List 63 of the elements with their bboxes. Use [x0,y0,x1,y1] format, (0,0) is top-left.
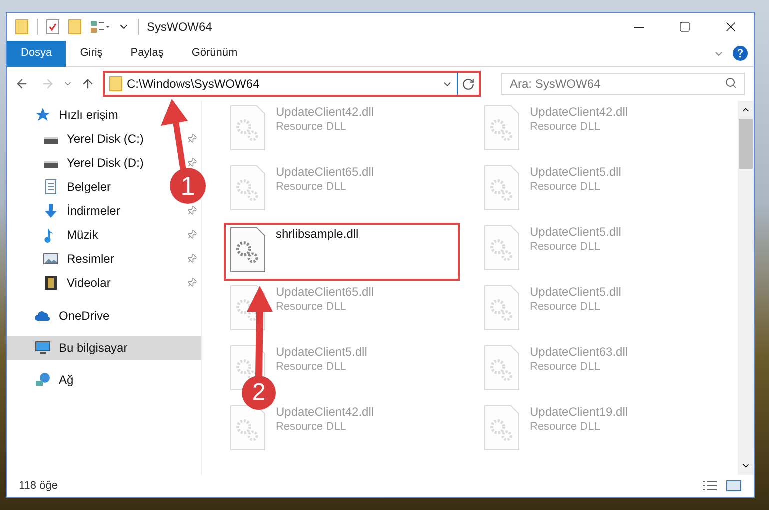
maximize-icon [679,21,691,33]
file-type: Resource DLL [276,180,348,195]
dll-file-icon [230,105,266,151]
dll-file-icon [484,405,520,451]
dll-file-icon [484,225,520,271]
file-type: Resource DLL [530,120,602,135]
dll-file-icon [484,165,520,211]
sidebar-item[interactable]: Belgeler [7,175,120,199]
folder-icon [15,19,29,35]
dll-file-icon [484,105,520,151]
ribbon-tab[interactable]: Paylaş [116,40,178,66]
document-icon [43,179,59,195]
sidebar-item[interactable]: OneDrive [7,304,118,328]
window-title: SysWOW64 [147,19,212,36]
dll-file-icon [230,165,266,211]
properties-icon[interactable] [46,19,60,35]
file-type: Resource DLL [530,240,602,255]
sidebar-item[interactable]: Yerel Disk (C:) [7,127,152,151]
dll-file-icon [230,405,266,451]
item-count: 118 öğe [19,478,59,494]
large-icons-view-icon[interactable] [726,480,742,492]
file-type: Resource DLL [276,120,348,135]
sidebar-item[interactable]: Hızlı erişim [7,103,126,127]
dll-file-icon [484,345,520,391]
address-field[interactable]: C:\Windows\SysWOW64 [103,71,481,97]
sidebar-item[interactable]: Resimler [7,247,122,271]
picture-icon [43,251,59,267]
file-type: Resource DLL [530,180,602,195]
folder-icon [109,76,123,92]
dll-file-icon [230,227,266,273]
star-icon [35,107,51,123]
file-name[interactable]: shrlibsample.dll [276,227,359,242]
network-globe-icon [35,372,51,388]
sidebar-item[interactable]: Bu bilgisayar [7,336,201,360]
ribbon-tab[interactable]: Görünüm [178,40,252,66]
view-list-icon[interactable] [90,20,110,34]
details-view-icon[interactable] [702,480,718,492]
ribbon-tab[interactable]: Dosya [7,40,66,66]
file-type: Resource DLL [530,360,602,375]
minimize-icon [634,26,644,28]
sidebar-item[interactable]: Yerel Disk (D:) [7,151,152,175]
scrollbar[interactable] [738,101,754,475]
back-arrow-icon[interactable] [15,77,29,91]
ribbon-tab[interactable]: Giriş [66,40,117,66]
sidebar-item[interactable]: İndirmeler [7,199,128,223]
film-icon [43,275,59,291]
sidebar-item[interactable]: Videolar [7,271,119,295]
file-type: Resource DLL [276,300,348,315]
file-type: Resource DLL [276,420,348,435]
refresh-icon[interactable] [462,78,475,90]
search-field[interactable]: Ara: SysWOW64 [501,73,745,95]
file-type: Resource DLL [276,360,348,375]
file-type: Resource DLL [530,300,602,315]
file-type: Resource DLL [530,420,602,435]
help-icon[interactable] [733,46,748,61]
sidebar-item[interactable]: Ağ [7,368,82,392]
dll-file-icon [484,285,520,331]
new-folder-icon [68,19,82,35]
scroll-thumb[interactable] [739,119,753,169]
search-icon [725,77,737,89]
monitor-icon [35,340,51,356]
sidebar-item[interactable]: Müzik [7,223,106,247]
download-arrow-icon [43,203,59,219]
